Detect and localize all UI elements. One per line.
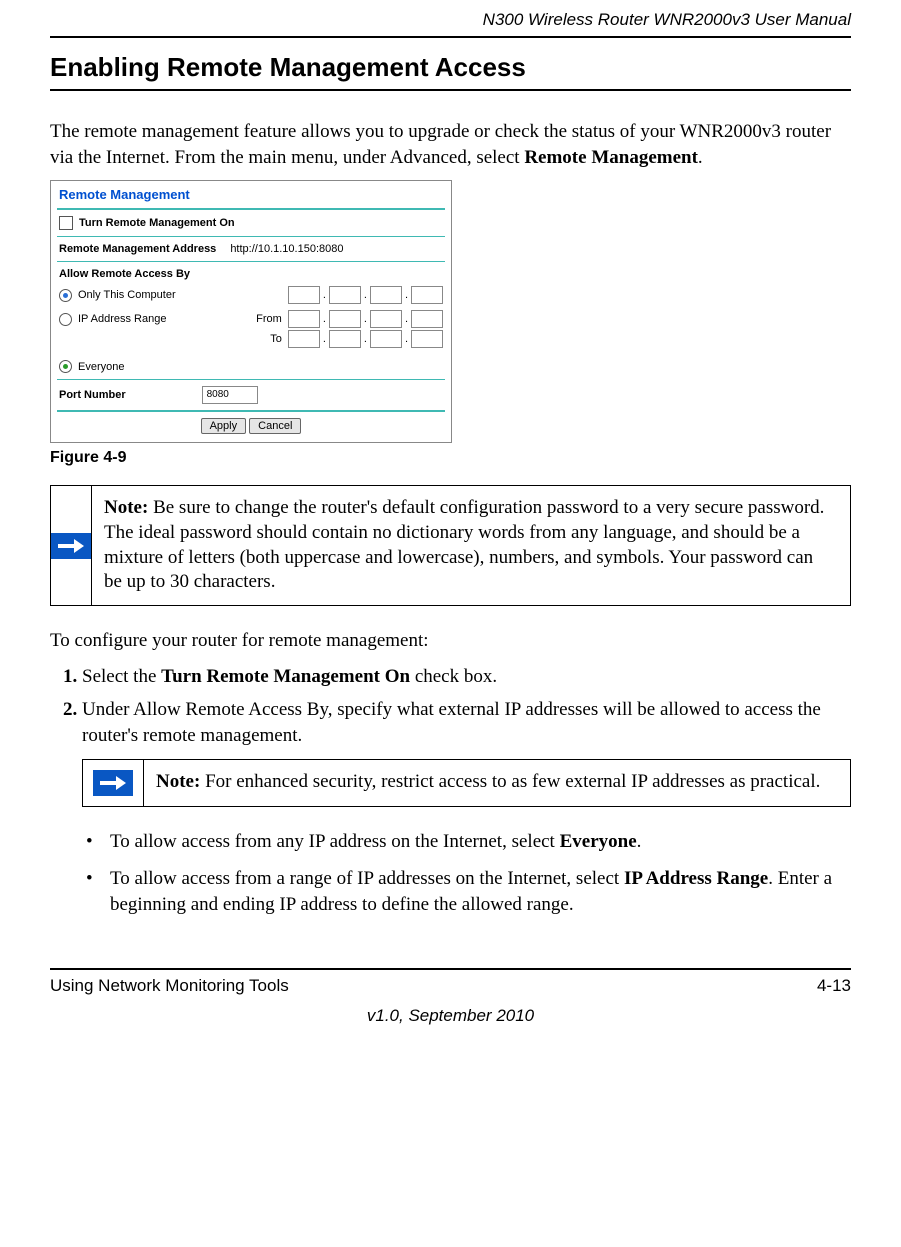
apply-button[interactable]: Apply xyxy=(201,418,247,434)
ip-octet-input[interactable] xyxy=(370,330,402,348)
ip-octet-input[interactable] xyxy=(329,286,361,304)
radio-range-label: IP Address Range xyxy=(78,313,166,325)
to-ip-inputs: . . . xyxy=(288,330,443,348)
radio-ip-range[interactable] xyxy=(59,313,72,326)
page-footer: Using Network Monitoring Tools 4-13 v1.0… xyxy=(50,968,851,1026)
radio-everyone[interactable] xyxy=(59,360,72,373)
bullet-text: To allow access from any IP address on t… xyxy=(110,831,560,852)
ip-octet-input[interactable] xyxy=(411,310,443,328)
ip-octet-input[interactable] xyxy=(329,310,361,328)
header-rule xyxy=(50,36,851,38)
note-box: Note: Be sure to change the router's def… xyxy=(50,485,851,606)
step-1: Select the Turn Remote Management On che… xyxy=(82,664,851,690)
ip-octet-input[interactable] xyxy=(288,310,320,328)
figure-caption: Figure 4-9 xyxy=(50,449,851,467)
footer-left: Using Network Monitoring Tools xyxy=(50,976,289,996)
router-screenshot: Remote Management Turn Remote Management… xyxy=(50,180,452,443)
intro-text-end: . xyxy=(698,147,703,168)
heading-rule xyxy=(50,89,851,91)
remote-address-label: Remote Management Address xyxy=(59,243,216,255)
ip-octet-input[interactable] xyxy=(329,330,361,348)
bullet-bold: IP Address Range xyxy=(624,868,768,889)
turn-remote-on-label: Turn Remote Management On xyxy=(79,217,235,229)
intro-paragraph: The remote management feature allows you… xyxy=(50,119,851,170)
intro-text: The remote management feature allows you… xyxy=(50,121,831,168)
ip-octet-input[interactable] xyxy=(411,330,443,348)
note-prefix: Note: xyxy=(104,497,148,518)
ip-octet-input[interactable] xyxy=(370,310,402,328)
from-ip-inputs: . . . xyxy=(288,310,443,328)
footer-center: v1.0, September 2010 xyxy=(50,1006,851,1026)
bullet-item: To allow access from a range of IP addre… xyxy=(82,866,851,917)
note-icon-cell xyxy=(83,760,144,806)
port-number-input[interactable]: 8080 xyxy=(202,386,258,404)
cancel-button[interactable]: Cancel xyxy=(249,418,301,434)
bullet-bold: Everyone xyxy=(560,831,637,852)
ip-octet-input[interactable] xyxy=(411,286,443,304)
bullet-list: To allow access from any IP address on t… xyxy=(50,829,851,918)
note-text: Note: Be sure to change the router's def… xyxy=(92,486,850,605)
only-ip-inputs: . . . xyxy=(288,286,443,304)
step-bold: Turn Remote Management On xyxy=(161,666,410,687)
header-manual-title: N300 Wireless Router WNR2000v3 User Manu… xyxy=(50,10,851,36)
intro-bold: Remote Management xyxy=(524,147,698,168)
ss-title: Remote Management xyxy=(51,181,451,208)
radio-only-label: Only This Computer xyxy=(78,289,176,301)
to-label: To xyxy=(252,333,282,345)
step-text: Select the xyxy=(82,666,161,687)
radio-everyone-label: Everyone xyxy=(78,361,124,373)
ip-octet-input[interactable] xyxy=(370,286,402,304)
bullet-text: To allow access from a range of IP addre… xyxy=(110,868,624,889)
note-body: For enhanced security, restrict access t… xyxy=(200,771,820,792)
note-body: Be sure to change the router's default c… xyxy=(104,497,824,592)
config-intro: To configure your router for remote mana… xyxy=(50,628,851,654)
footer-rule xyxy=(50,968,851,970)
ip-octet-input[interactable] xyxy=(288,286,320,304)
arrow-right-icon xyxy=(51,533,91,559)
radio-only-this-computer[interactable] xyxy=(59,289,72,302)
note-text: Note: For enhanced security, restrict ac… xyxy=(144,760,836,806)
bullet-text-end: . xyxy=(637,831,642,852)
allow-access-label: Allow Remote Access By xyxy=(59,268,190,280)
bullet-item: To allow access from any IP address on t… xyxy=(82,829,851,855)
from-label: From xyxy=(252,313,282,325)
footer-right: 4-13 xyxy=(817,976,851,996)
arrow-right-icon xyxy=(93,770,133,796)
turn-remote-on-checkbox[interactable] xyxy=(59,216,73,230)
ip-octet-input[interactable] xyxy=(288,330,320,348)
step-2: Under Allow Remote Access By, specify wh… xyxy=(82,697,851,748)
note-icon-cell xyxy=(51,486,92,605)
note-box: Note: For enhanced security, restrict ac… xyxy=(82,759,851,807)
step-text-end: check box. xyxy=(410,666,497,687)
section-heading: Enabling Remote Management Access xyxy=(50,52,851,83)
steps-list: Select the Turn Remote Management On che… xyxy=(50,664,851,749)
note-prefix: Note: xyxy=(156,771,200,792)
remote-address-value: http://10.1.10.150:8080 xyxy=(230,243,343,255)
port-number-label: Port Number xyxy=(59,389,126,401)
